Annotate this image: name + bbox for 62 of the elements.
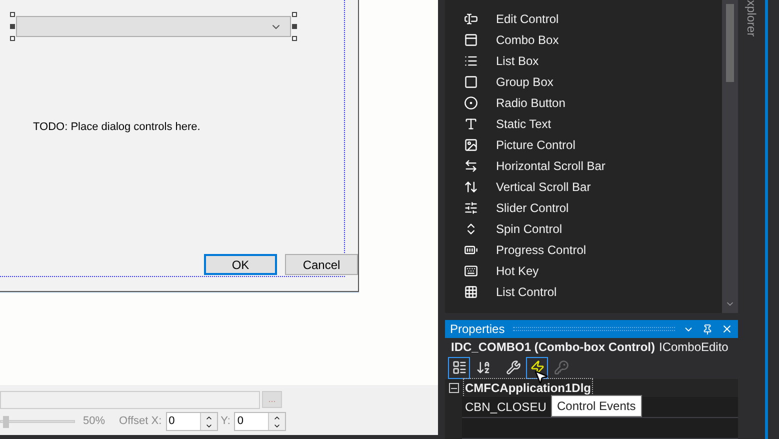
text-cursor-icon [464, 12, 478, 26]
slider-thumb[interactable] [3, 416, 10, 428]
grid-icon [464, 284, 478, 298]
cursor-icon [533, 369, 549, 385]
toolbox-item[interactable]: Combo Box [445, 29, 722, 50]
dialog-button[interactable]: Cancel [285, 254, 358, 275]
vertical-arrows-icon [464, 180, 478, 194]
toolbox-item[interactable]: Spin Control [445, 218, 722, 239]
horizontal-arrows-icon [464, 158, 478, 172]
panel-title: Properties [450, 321, 505, 338]
dialog-button[interactable]: OK [204, 254, 277, 275]
toolbox-item[interactable]: Hot Key [445, 260, 722, 281]
wrench-icon [506, 360, 520, 375]
panel-icon [464, 32, 478, 46]
field-label: Y: [220, 414, 230, 430]
resize-handle[interactable] [10, 12, 15, 17]
categorized-button[interactable] [448, 356, 470, 378]
object-type: IComboEdito [658, 339, 728, 356]
sort-alpha-icon [476, 360, 490, 375]
resize-handle[interactable] [292, 12, 297, 17]
toolbox-item[interactable]: Progress Control [445, 239, 722, 260]
tooltip: Control Events [551, 395, 642, 417]
toolbox-item[interactable]: Vertical Scroll Bar [445, 176, 722, 197]
spin-buttons[interactable] [268, 413, 286, 430]
zoom-slider[interactable] [0, 416, 75, 428]
lightning-icon [530, 360, 544, 375]
scrollbar[interactable] [722, 0, 738, 313]
close-icon [721, 323, 733, 335]
toolbox-item[interactable]: Horizontal Scroll Bar [445, 155, 722, 176]
toolbox-item[interactable]: Picture Control [445, 134, 722, 155]
field-label: Offset X: [119, 414, 162, 430]
object-name: IDC_COMBO1 (Combo-box Control) [451, 339, 655, 356]
keyboard-icon [464, 264, 478, 278]
radio-icon [464, 96, 478, 110]
scroll-thumb[interactable] [726, 4, 734, 82]
toolbox-item[interactable]: Slider Control [445, 197, 722, 218]
number-field[interactable]: 0 [234, 412, 286, 431]
categorized-icon [452, 360, 466, 375]
slider-icon [464, 200, 478, 214]
toolbox-item[interactable]: Static Text [445, 113, 722, 134]
pin-icon [702, 324, 713, 334]
placeholder-text: TODO: Place dialog controls here. [33, 120, 202, 135]
text-icon [464, 116, 478, 130]
resize-handle[interactable] [10, 24, 15, 29]
image-icon [464, 138, 478, 152]
toolbox-item[interactable]: List Control [445, 281, 722, 302]
resize-handle[interactable] [292, 24, 297, 29]
path-field[interactable] [0, 391, 260, 409]
toolbox-item[interactable]: Radio Button [445, 92, 722, 113]
spin-buttons[interactable] [200, 413, 217, 430]
list-icon [464, 54, 478, 68]
toolbox-item[interactable]: Edit Control [445, 8, 722, 29]
toolbox-item[interactable]: Group Box [445, 71, 722, 92]
number-field[interactable]: 0 [166, 412, 218, 431]
collapse-toggle[interactable] [449, 383, 459, 393]
resize-handle[interactable] [292, 36, 297, 41]
zoom-reading: 50% [83, 414, 106, 430]
key-icon [554, 360, 568, 375]
toolbox-item[interactable]: List Box [445, 50, 722, 71]
square-icon [464, 74, 478, 88]
object-selector[interactable]: IDC_COMBO1 (Combo-box Control) IComboEdito [445, 338, 738, 356]
resize-handle[interactable] [10, 36, 15, 41]
